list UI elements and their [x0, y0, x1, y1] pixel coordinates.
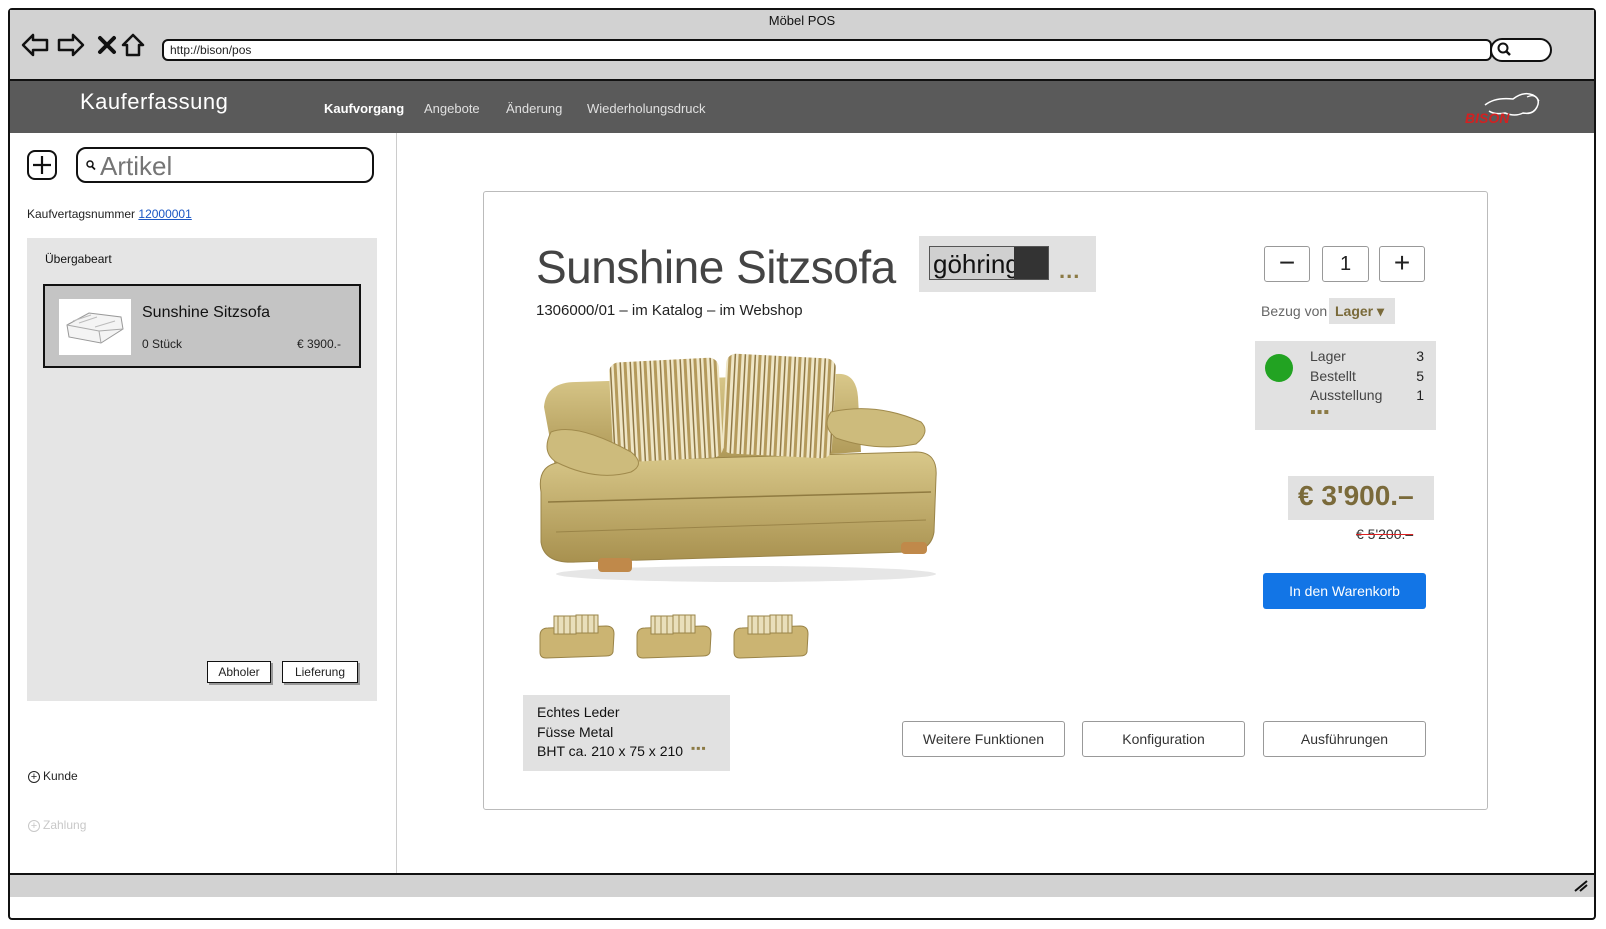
stock-value-bestellt: 5 — [1416, 368, 1424, 384]
source-select[interactable]: Lager ▾ — [1329, 298, 1395, 324]
stock-more-icon[interactable]: ▪▪▪ — [1310, 404, 1330, 422]
product-meta: 1306000/01 – im Katalog – im Webshop — [536, 302, 803, 319]
nav-wiederholungsdruck[interactable]: Wiederholungsdruck — [587, 101, 706, 116]
search-icon — [1496, 40, 1512, 61]
stock-label-ausstellung: Ausstellung — [1310, 387, 1383, 403]
handover-panel: Übergabeart Sunshine Sitzsofa 0 Stück € … — [27, 238, 377, 701]
add-button[interactable] — [27, 150, 57, 180]
product-attributes: Echtes Leder Füsse Metal BHT ca. 210 x 7… — [523, 695, 730, 771]
quantity-decrease-button[interactable]: − — [1264, 246, 1310, 282]
contract-number-link[interactable]: 12000001 — [138, 207, 191, 221]
step-zahlung-label: Zahlung — [43, 818, 87, 832]
attribute-dimensions: BHT ca. 210 x 75 x 210 — [537, 743, 684, 759]
sidebar: Kaufvertagsnummer 12000001 Übergabeart S… — [10, 133, 397, 875]
plus-icon — [33, 156, 51, 174]
brand-name: göhring — [933, 249, 1020, 279]
attribute-feet: Füsse Metal — [537, 724, 614, 740]
browser-toolbar: Möbel POS http://bison/pos — [10, 10, 1594, 81]
variants-button[interactable]: Ausführungen — [1263, 721, 1426, 757]
contract-number-row: Kaufvertagsnummer 12000001 — [27, 207, 192, 221]
brand-badge[interactable]: göhring ... — [919, 236, 1096, 292]
old-price: € 5'200.– — [1356, 526, 1414, 542]
cart-item-thumbnail — [59, 299, 131, 355]
cart-item[interactable]: Sunshine Sitzsofa 0 Stück € 3900.- — [43, 284, 361, 368]
window-title: Möbel POS — [768, 13, 836, 28]
brand-logo-block — [1014, 247, 1048, 279]
resize-handle-icon[interactable] — [1572, 878, 1588, 897]
nav-aenderung[interactable]: Änderung — [506, 101, 562, 116]
home-icon[interactable] — [116, 30, 150, 60]
plus-circle-icon: + — [28, 820, 40, 832]
product-thumbnail-2[interactable] — [633, 610, 713, 664]
back-arrow-icon[interactable] — [18, 30, 52, 60]
cart-item-price: € 3900.- — [296, 337, 341, 351]
add-to-cart-button[interactable]: In den Warenkorb — [1263, 573, 1426, 609]
abholer-button[interactable]: Abholer — [207, 661, 271, 683]
nav-angebote[interactable]: Angebote — [424, 101, 480, 116]
attributes-more-icon[interactable]: ▪▪▪ — [691, 741, 707, 755]
cart-item-quantity: 0 Stück — [142, 337, 183, 351]
handover-title: Übergabeart — [45, 252, 112, 266]
step-kunde-label: Kunde — [43, 769, 78, 783]
product-thumbnail-1[interactable] — [536, 610, 616, 664]
source-label: Bezug von — [1261, 303, 1328, 319]
product-title: Sunshine Sitzsofa — [536, 241, 896, 293]
step-zahlung[interactable]: + Zahlung — [28, 818, 86, 832]
stock-value-ausstellung: 1 — [1416, 387, 1424, 403]
status-bar — [10, 873, 1594, 897]
step-kunde[interactable]: + Kunde — [28, 769, 78, 783]
article-search-input[interactable] — [98, 151, 372, 181]
svg-text:BISON: BISON — [1465, 110, 1510, 126]
stock-label-bestellt: Bestellt — [1310, 368, 1356, 384]
bison-logo: BISON — [1465, 87, 1545, 127]
contract-number-label: Kaufvertagsnummer — [27, 207, 136, 221]
forward-arrow-icon[interactable] — [54, 30, 88, 60]
configuration-button[interactable]: Konfiguration — [1082, 721, 1245, 757]
browser-search-field[interactable] — [1490, 38, 1552, 62]
stock-value-lager: 3 — [1416, 348, 1424, 364]
attribute-material: Echtes Leder — [537, 704, 620, 720]
quantity-increase-button[interactable]: + — [1379, 246, 1425, 282]
current-price: € 3'900.– — [1298, 480, 1414, 511]
lieferung-button[interactable]: Lieferung — [282, 661, 358, 683]
stock-panel: Lager 3 Bestellt 5 Ausstellung 1 ▪▪▪ — [1255, 341, 1436, 430]
app-header: Kauferfassung Kaufvorgang Angebote Änder… — [10, 81, 1594, 133]
quantity-input[interactable]: 1 — [1322, 246, 1369, 282]
nav-kaufvorgang[interactable]: Kaufvorgang — [324, 101, 404, 116]
product-card: Sunshine Sitzsofa göhring ... 1306000/01… — [483, 191, 1488, 810]
app-title: Kauferfassung — [80, 89, 229, 114]
product-image — [536, 352, 941, 587]
plus-circle-icon: + — [28, 771, 40, 783]
brand-logo: göhring — [929, 246, 1049, 280]
cart-item-name: Sunshine Sitzsofa — [142, 304, 271, 321]
article-search-field[interactable] — [76, 147, 374, 183]
stock-label-lager: Lager — [1310, 348, 1346, 364]
url-field[interactable]: http://bison/pos — [162, 39, 1492, 61]
more-functions-button[interactable]: Weitere Funktionen — [902, 721, 1065, 757]
stock-status-indicator — [1265, 354, 1293, 382]
product-thumbnail-3[interactable] — [730, 610, 810, 664]
search-icon — [85, 158, 97, 175]
price-box: € 3'900.– — [1288, 476, 1434, 520]
brand-more-icon[interactable]: ... — [1059, 258, 1080, 284]
